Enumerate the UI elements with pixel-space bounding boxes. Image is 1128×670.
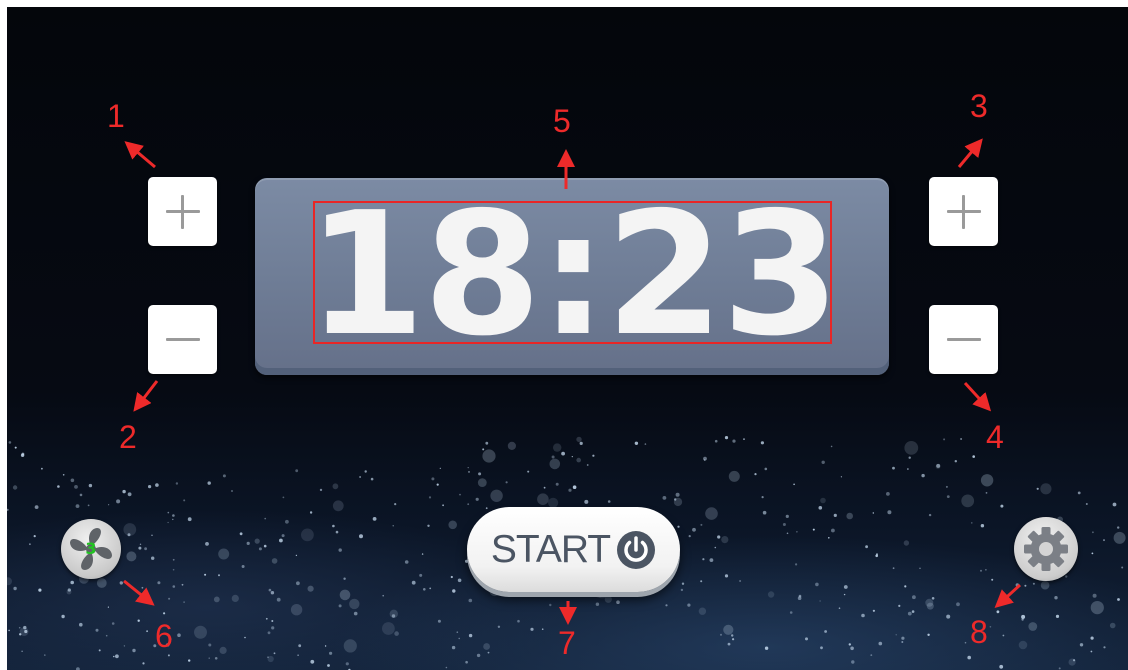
time-display-panel: 18:23 — [255, 178, 889, 375]
plus-icon — [165, 194, 200, 229]
minus-icon — [165, 323, 200, 357]
callout-1-arrow — [124, 141, 156, 169]
right-increase-button[interactable] — [929, 177, 998, 246]
right-decrease-button[interactable] — [929, 305, 998, 374]
power-icon — [617, 530, 656, 569]
left-decrease-button[interactable] — [148, 305, 217, 374]
callout-6: 6 — [155, 618, 173, 654]
callout-5: 5 — [553, 103, 571, 139]
callout-8-arrow — [994, 583, 1022, 609]
callout-2: 2 — [119, 419, 137, 455]
callout-3-arrow — [957, 138, 983, 168]
callout-8: 8 — [970, 614, 988, 650]
gear-icon — [1024, 527, 1068, 571]
callout-1: 1 — [107, 98, 125, 134]
callout-7: 7 — [558, 625, 576, 661]
callout-6-arrow — [123, 579, 155, 606]
time-display: 18:23 — [306, 175, 840, 374]
left-increase-button[interactable] — [148, 177, 217, 246]
start-button[interactable]: START — [467, 507, 680, 592]
callout-2-arrow — [133, 380, 159, 412]
plus-icon — [946, 194, 981, 229]
callout-4-arrow — [963, 381, 992, 412]
start-label: START — [490, 527, 611, 571]
app-screen: 18:23 START 3 1 2 3 4 5 6 7 8 — [7, 7, 1128, 670]
fan-button[interactable]: 3 — [61, 519, 121, 579]
callout-4: 4 — [986, 419, 1004, 455]
minus-icon — [946, 323, 981, 357]
settings-button[interactable] — [1014, 517, 1078, 581]
fan-speed-value: 3 — [85, 539, 97, 558]
callout-3: 3 — [970, 88, 988, 124]
time-highlight-frame: 18:23 — [306, 175, 840, 374]
